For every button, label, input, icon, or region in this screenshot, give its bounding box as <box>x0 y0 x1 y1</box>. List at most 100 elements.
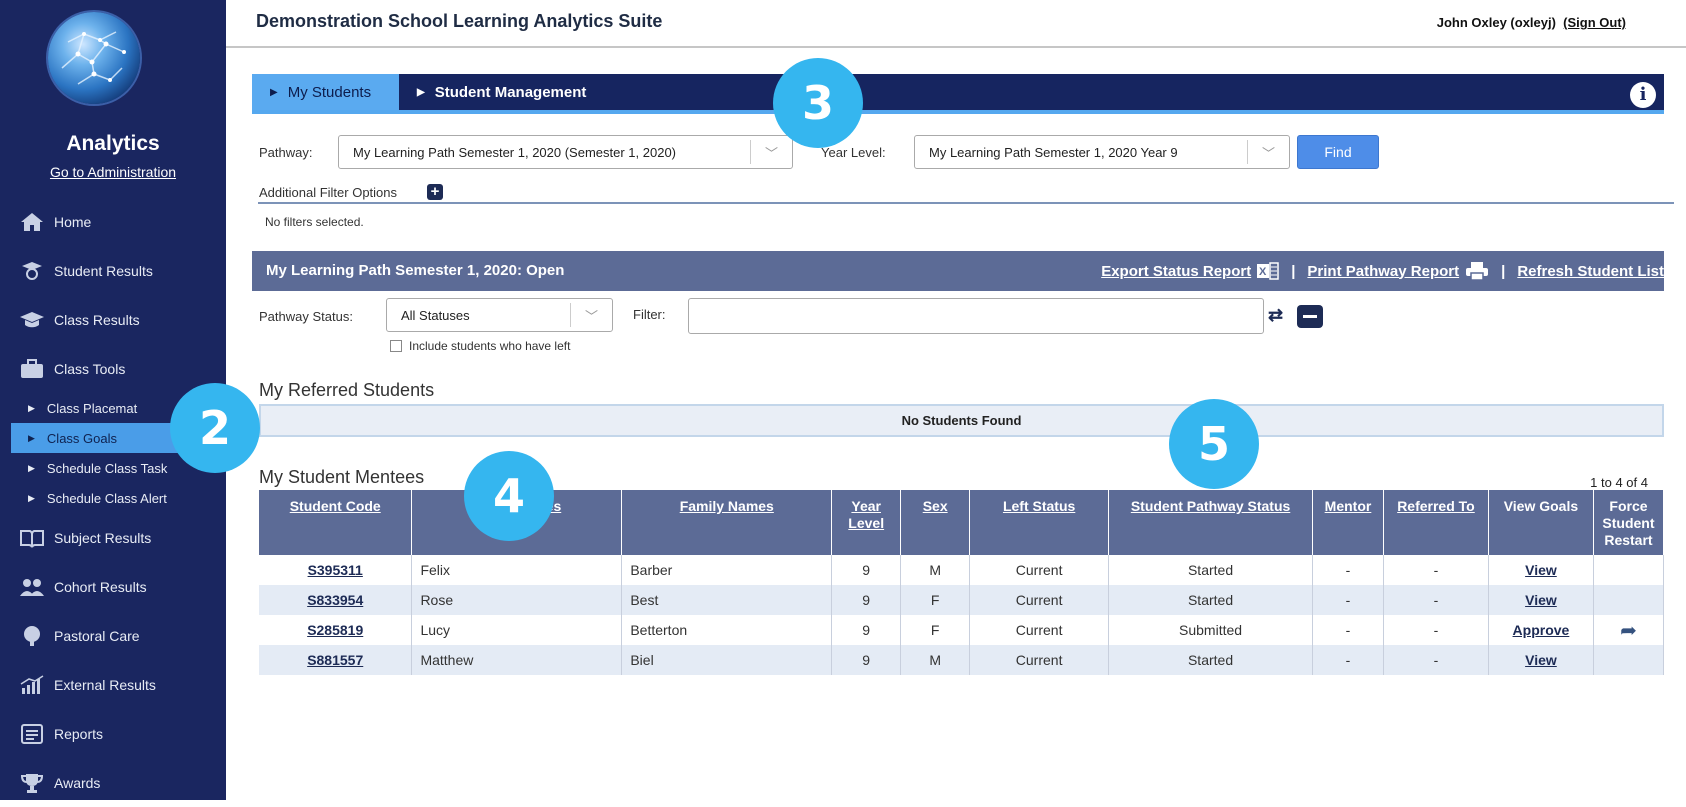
sidebar-item-external-results[interactable]: External Results <box>0 660 226 709</box>
tab-label: Student Management <box>434 83 587 101</box>
column-header-student-pathway-status[interactable]: Student Pathway Status <box>1108 490 1313 555</box>
refresh-student-list-link[interactable]: Refresh Student List <box>1517 263 1664 280</box>
tab-student-management[interactable]: ▶ Student Management <box>399 74 604 110</box>
sex-cell: M <box>900 645 971 675</box>
student-code-link[interactable]: S395311 <box>259 555 413 585</box>
student-code-link[interactable]: S285819 <box>259 615 413 645</box>
sidebar-item-class-tools[interactable]: Class Tools <box>0 344 226 393</box>
sidebar-item-reports[interactable]: Reports <box>0 709 226 758</box>
sidebar-item-pastoral-care[interactable]: Pastoral Care <box>0 611 226 660</box>
pathway-status-select-value: All Statuses <box>401 307 470 323</box>
results-count: 1 to 4 of 4 <box>1590 475 1648 490</box>
approve-goals-link[interactable]: Approve <box>1488 615 1594 645</box>
referred-to-cell: - <box>1383 585 1489 615</box>
left-status-cell: Current <box>969 645 1110 675</box>
sidebar-nav: Home Student Results Class Results Class… <box>0 197 226 807</box>
sidebar-item-home[interactable]: Home <box>0 197 226 246</box>
triangle-right-icon: ▶ <box>417 86 425 98</box>
pathway-actions: Export Status Report X | Print Pathway R… <box>1101 261 1664 281</box>
column-header-referred-to[interactable]: Referred To <box>1383 490 1489 555</box>
pathway-select[interactable]: My Learning Path Semester 1, 2020 (Semes… <box>338 135 793 169</box>
no-filters-text: No filters selected. <box>265 215 364 229</box>
force-restart-cell <box>1593 645 1665 675</box>
swap-arrows-icon[interactable]: ⇄ <box>1268 305 1292 327</box>
sidebar-item-label: Subject Results <box>54 529 152 546</box>
sidebar-item-label: Pastoral Care <box>54 627 140 644</box>
column-header-mentor[interactable]: Mentor <box>1312 490 1384 555</box>
column-header-year-level[interactable]: Year Level <box>831 490 902 555</box>
sex-cell: F <box>900 615 971 645</box>
sidebar-item-label: External Results <box>54 676 156 693</box>
column-header-family-names[interactable]: Family Names <box>621 490 833 555</box>
sidebar-item-subject-results[interactable]: Subject Results <box>0 513 226 562</box>
sidebar-item-label: Cohort Results <box>54 578 147 595</box>
callout-4: 4 <box>464 451 554 541</box>
filter-input[interactable] <box>688 298 1264 334</box>
year-level-select[interactable]: My Learning Path Semester 1, 2020 Year 9… <box>914 135 1290 169</box>
given-names-cell: Felix <box>411 555 623 585</box>
sidebar-item-label: Home <box>54 213 92 230</box>
year-level-select-value: My Learning Path Semester 1, 2020 Year 9 <box>929 144 1178 160</box>
table-row: S833954 Rose Best 9 F Current Started - … <box>259 585 1665 615</box>
book-icon <box>18 526 46 550</box>
tab-my-students[interactable]: ▶ My Students <box>252 74 399 110</box>
include-left-label: Include students who have left <box>409 339 571 353</box>
callout-2: 2 <box>170 383 260 473</box>
svg-text:X: X <box>1259 266 1267 278</box>
user-name: John Oxley (oxleyj) <box>1436 15 1556 30</box>
restart-arrow-icon[interactable]: ➦ <box>1620 620 1637 642</box>
student-mentees-heading: My Student Mentees <box>259 467 425 487</box>
column-header-left-status[interactable]: Left Status <box>969 490 1110 555</box>
table-row: S395311 Felix Barber 9 M Current Started… <box>259 555 1665 585</box>
referred-to-cell: - <box>1383 645 1489 675</box>
no-students-found-message: No Students Found <box>259 404 1664 437</box>
year-level-cell: 9 <box>831 585 902 615</box>
group-icon <box>18 575 46 599</box>
sidebar-item-label: Reports <box>54 725 104 742</box>
tree-icon <box>18 624 46 648</box>
student-code-link[interactable]: S833954 <box>259 585 413 615</box>
go-to-administration-link[interactable]: Go to Administration <box>0 164 226 180</box>
triangle-right-icon: ▶ <box>28 492 35 503</box>
family-names-cell: Barber <box>621 555 833 585</box>
briefcase-icon <box>18 357 46 381</box>
family-names-cell: Best <box>621 585 833 615</box>
brand-title: Analytics <box>66 132 160 155</box>
mortarboard-icon <box>18 308 46 332</box>
separator: | <box>1291 262 1296 280</box>
sidebar-item-label: Class Tools <box>54 360 126 377</box>
plus-icon[interactable]: + <box>427 184 443 200</box>
pathway-select-value: My Learning Path Semester 1, 2020 (Semes… <box>353 144 677 160</box>
sidebar-subitem-schedule-class-alert[interactable]: ▶ Schedule Class Alert <box>0 483 226 513</box>
print-pathway-report-link[interactable]: Print Pathway Report <box>1307 263 1459 280</box>
sign-out-link[interactable]: (Sign Out) <box>1563 15 1626 30</box>
mentor-cell: - <box>1312 585 1384 615</box>
sidebar-item-class-results[interactable]: Class Results <box>0 295 226 344</box>
column-header-force-student-restart: Force Student Restart <box>1593 490 1665 555</box>
given-names-cell: Rose <box>411 585 623 615</box>
referred-to-cell: - <box>1383 555 1489 585</box>
view-goals-link[interactable]: View <box>1488 585 1594 615</box>
student-code-link[interactable]: S881557 <box>259 645 413 675</box>
sex-cell: F <box>900 585 971 615</box>
excel-icon: X <box>1257 262 1279 280</box>
include-left-checkbox[interactable] <box>390 340 402 352</box>
table-row: S881557 Matthew Biel 9 M Current Started… <box>259 645 1665 675</box>
column-header-sex[interactable]: Sex <box>900 490 971 555</box>
triangle-right-icon: ▶ <box>28 402 35 413</box>
sidebar-item-label: Class Results <box>54 311 140 328</box>
view-goals-link[interactable]: View <box>1488 555 1594 585</box>
view-goals-link[interactable]: View <box>1488 645 1594 675</box>
top-bar: Demonstration School Learning Analytics … <box>226 0 1686 48</box>
info-icon[interactable]: i <box>1630 82 1656 108</box>
find-button[interactable]: Find <box>1297 135 1379 169</box>
pathway-status-select[interactable]: All Statuses ﹀ <box>386 298 613 332</box>
left-status-cell: Current <box>969 585 1110 615</box>
column-header-student-code[interactable]: Student Code <box>259 490 413 555</box>
sidebar-item-student-results[interactable]: Student Results <box>0 246 226 295</box>
export-status-report-link[interactable]: Export Status Report <box>1101 263 1251 280</box>
minus-icon[interactable] <box>1297 305 1323 328</box>
report-icon <box>18 722 46 746</box>
sidebar-item-cohort-results[interactable]: Cohort Results <box>0 562 226 611</box>
trophy-icon <box>18 771 46 795</box>
